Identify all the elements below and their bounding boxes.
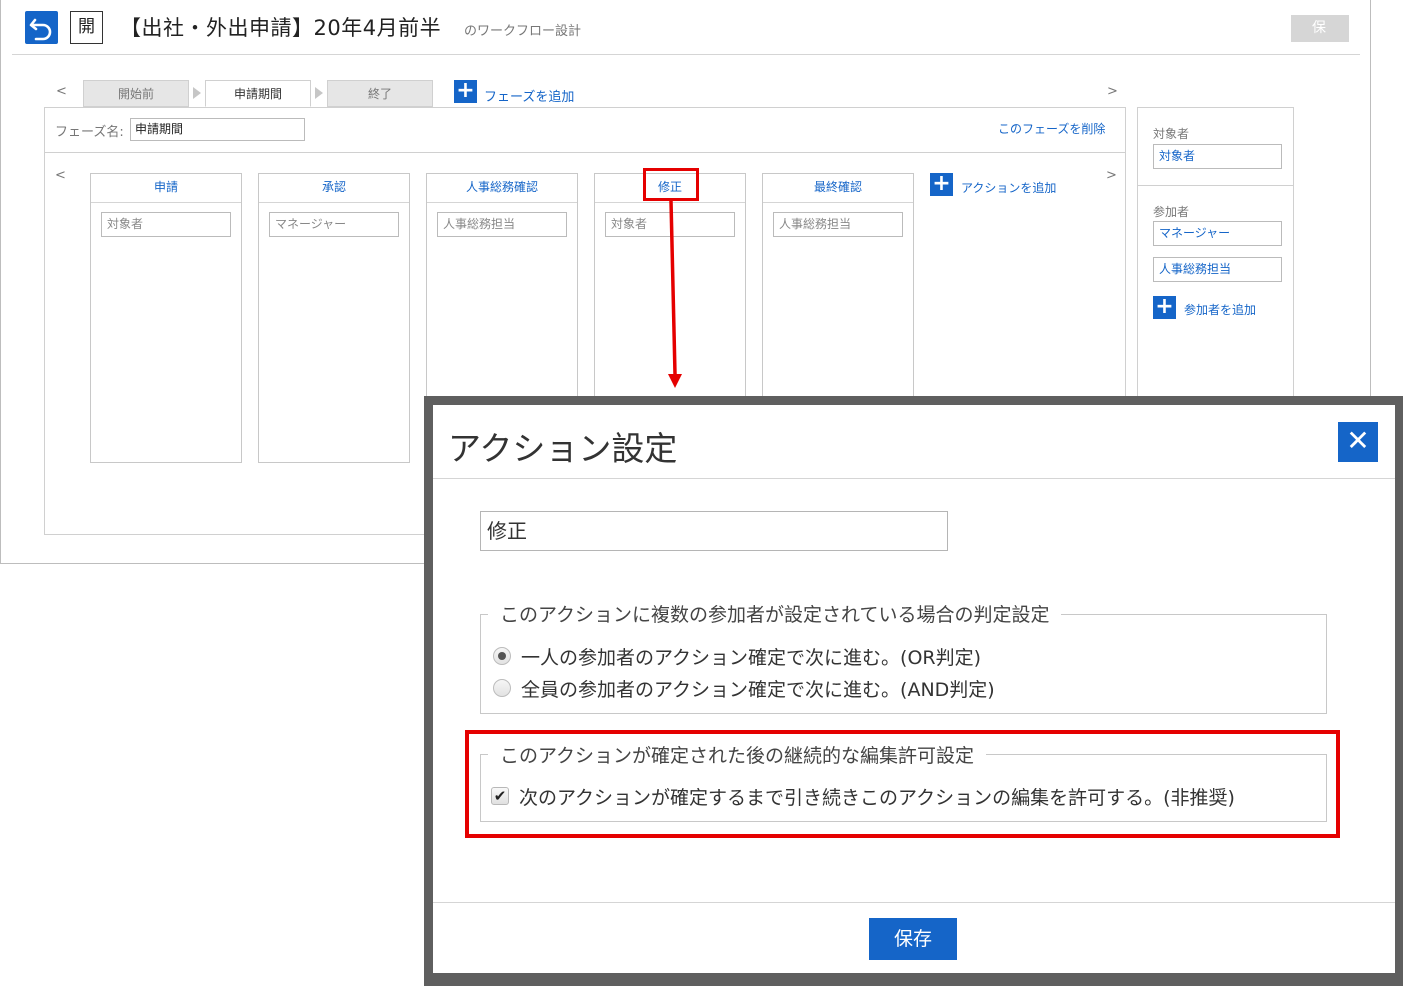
add-participant-plus-icon[interactable]: + [1153,296,1176,319]
action-name-link[interactable]: 人事総務確認 [427,174,577,203]
target-field[interactable]: 対象者 [1153,144,1282,169]
add-participant-link[interactable]: 参加者を追加 [1184,301,1256,318]
and-judgement-label[interactable]: 全員の参加者のアクション確定で次に進む。(AND判定) [521,675,995,702]
participants-label: 参加者 [1153,205,1190,219]
phase-next-arrow[interactable]: > [1107,84,1118,99]
dialog-title: アクション設定 [448,429,678,468]
phase-separator-icon [315,87,323,99]
dialog-footer-divider [433,902,1395,903]
tab-phase-end[interactable]: 終了 [327,80,433,107]
dialog-header-divider [433,478,1395,479]
highlight-box [643,168,699,201]
action-assignee-field[interactable]: 人事総務担当 [773,212,903,237]
action-assignee-field[interactable]: マネージャー [269,212,399,237]
phase-divider [45,152,1125,153]
add-action-plus-icon[interactable]: + [930,173,953,196]
action-name-link[interactable]: 最終確認 [763,174,913,203]
add-action-link[interactable]: アクションを追加 [961,179,1056,196]
back-button[interactable] [25,11,58,44]
phase-separator-icon [193,87,201,99]
save-button[interactable]: 保存 [869,918,957,960]
action-assignee-field[interactable]: 対象者 [101,212,231,237]
action-column-approval: 承認 マネージャー [258,173,410,463]
add-phase-link[interactable]: フェーズを追加 [484,86,574,105]
close-icon[interactable]: ✕ [1338,422,1378,462]
action-name-link[interactable]: 承認 [259,174,409,203]
open-button[interactable]: 開 [70,11,103,44]
phase-name-label: フェーズ名: [55,125,124,140]
action-name-input[interactable]: 修正 [480,511,948,551]
action-next-arrow[interactable]: > [1106,168,1117,183]
workflow-title-suffix: のワークフロー設計 [464,24,582,39]
undo-arrow-icon [29,18,52,41]
action-assignee-field[interactable]: 対象者 [605,212,735,237]
phase-name-input[interactable]: 申請期間 [130,118,305,141]
action-prev-arrow[interactable]: < [55,168,66,183]
tab-phase-before-start[interactable]: 開始前 [83,80,189,107]
target-label: 対象者 [1153,127,1190,141]
participant-field[interactable]: 人事総務担当 [1153,257,1282,282]
action-assignee-field[interactable]: 人事総務担当 [437,212,567,237]
action-column-application: 申請 対象者 [90,173,242,463]
tab-phase-application-period[interactable]: 申請期間 [205,80,311,107]
workflow-title: 【出社・外出申請】20年4月前半 [120,16,442,40]
delete-phase-link[interactable]: このフェーズを削除 [998,120,1105,137]
save-workflow-button[interactable]: 保 存 [1291,15,1349,63]
or-judgement-radio[interactable] [493,647,511,665]
add-phase-plus-icon[interactable]: + [454,80,477,103]
participant-field[interactable]: マネージャー [1153,221,1282,246]
header-divider [12,54,1360,55]
judgement-settings-legend: このアクションに複数の参加者が設定されている場合の判定設定 [488,600,1062,627]
side-divider [1138,185,1293,186]
and-judgement-radio[interactable] [493,679,511,697]
phase-prev-arrow[interactable]: < [56,84,67,99]
highlight-box [465,730,1340,838]
action-name-link[interactable]: 申請 [91,174,241,203]
or-judgement-label[interactable]: 一人の参加者のアクション確定で次に進む。(OR判定) [521,643,981,670]
